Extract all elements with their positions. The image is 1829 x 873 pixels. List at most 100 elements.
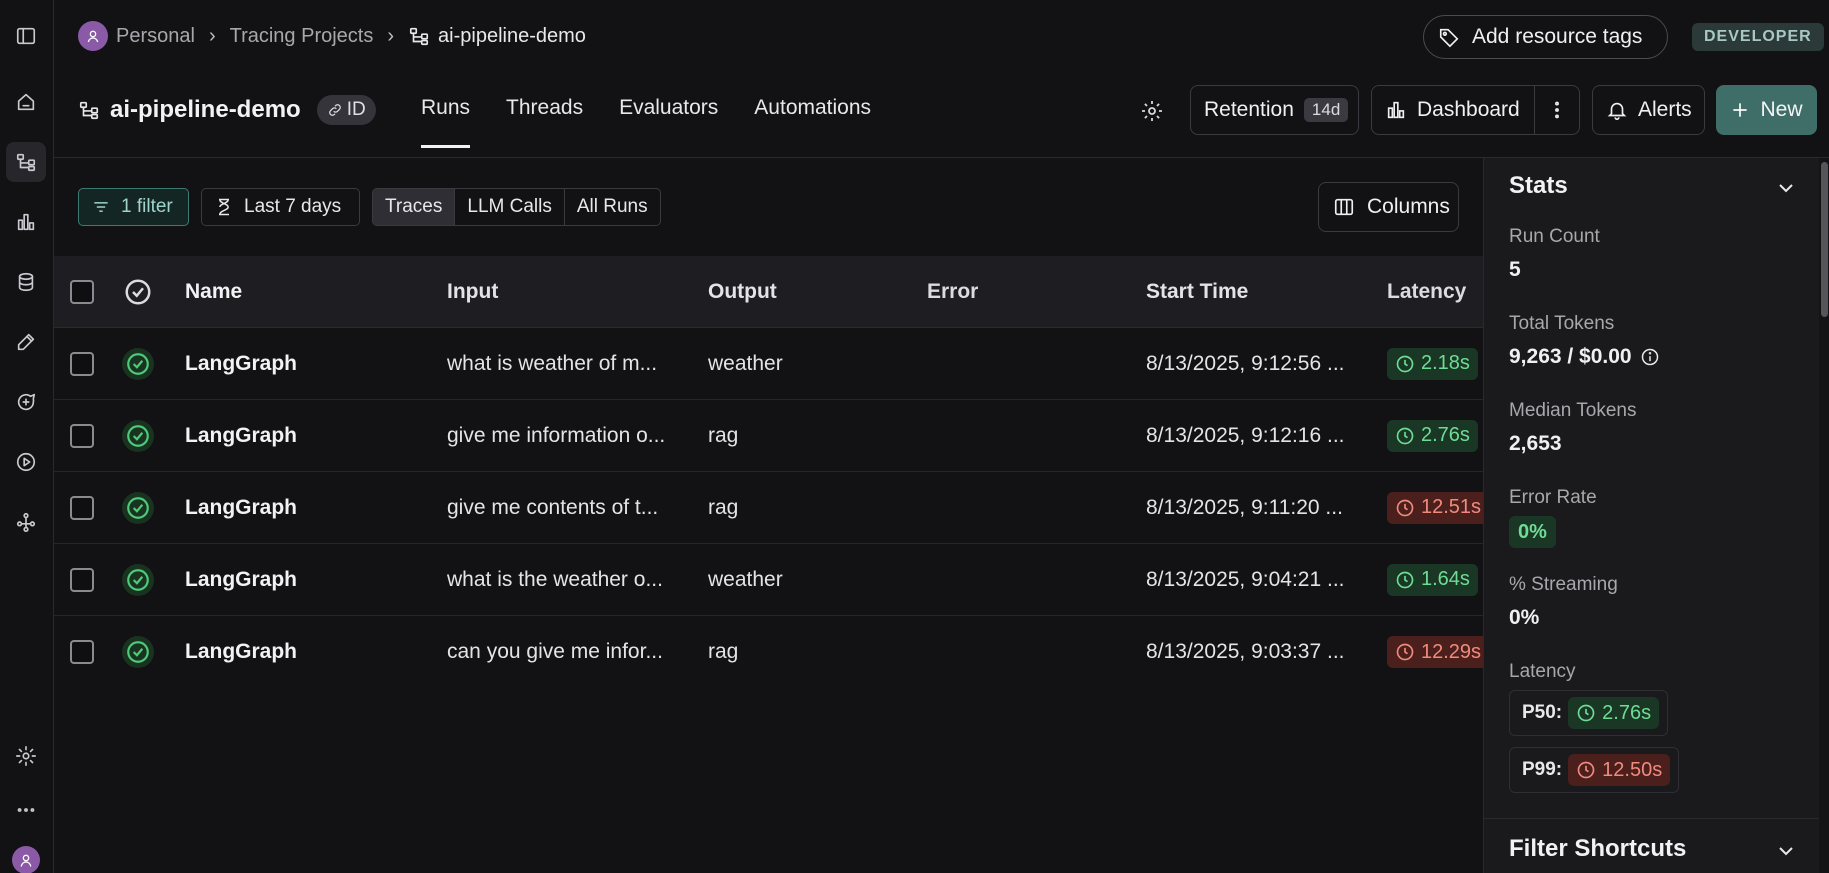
info-icon[interactable]: [1640, 347, 1660, 367]
run-output: rag: [708, 495, 739, 519]
run-start-time: 8/13/2025, 9:12:16 ...: [1146, 423, 1345, 447]
runs-table: Name Input Output Error Start Time Laten…: [54, 256, 1490, 688]
dashboard-button-group: Dashboard: [1371, 85, 1580, 135]
annotation-pencil-icon[interactable]: [6, 322, 46, 362]
table-row[interactable]: LangGraph give me information o... rag 8…: [54, 400, 1483, 472]
column-header-latency[interactable]: Latency: [1387, 280, 1466, 304]
table-header: Name Input Output Error Start Time Laten…: [54, 256, 1483, 328]
dashboard-more-button[interactable]: [1535, 86, 1579, 134]
segment-all-runs[interactable]: All Runs: [565, 189, 660, 225]
run-name: LangGraph: [185, 567, 298, 591]
column-header-start-time[interactable]: Start Time: [1146, 280, 1248, 304]
clock-icon: [1577, 704, 1595, 722]
columns-button[interactable]: Columns: [1318, 182, 1459, 232]
user-avatar-icon[interactable]: [6, 840, 46, 873]
alerts-button[interactable]: Alerts: [1592, 85, 1705, 135]
row-checkbox[interactable]: [70, 351, 94, 376]
filter-shortcuts-chevron-icon[interactable]: [1774, 839, 1798, 863]
clock-icon: [1396, 643, 1414, 661]
home-icon[interactable]: [6, 82, 46, 122]
success-check-icon: [122, 563, 154, 596]
run-latency: 2.76s: [1387, 419, 1478, 452]
stats-title: Stats: [1509, 172, 1568, 199]
success-check-icon: [122, 491, 154, 524]
copy-id-button[interactable]: ID: [316, 95, 376, 125]
project-tabs: Runs Threads Evaluators Automations: [421, 96, 871, 148]
run-input: give me contents of t...: [447, 495, 659, 519]
bell-icon: [1607, 102, 1627, 120]
tracing-projects-icon[interactable]: [6, 142, 46, 182]
dashboard-button[interactable]: Dashboard: [1372, 86, 1536, 134]
row-checkbox[interactable]: [70, 567, 94, 592]
latency-value: 12.51s: [1421, 496, 1482, 518]
breadcrumb-current-project[interactable]: ai-pipeline-demo: [408, 25, 586, 48]
row-checkbox[interactable]: [70, 495, 94, 520]
prompts-chat-icon[interactable]: [6, 382, 46, 422]
stats-scrollbar-thumb[interactable]: [1821, 162, 1828, 317]
deployments-graph-icon[interactable]: [6, 502, 46, 542]
segment-llm-calls[interactable]: LLM Calls: [455, 189, 565, 225]
breadcrumb-personal[interactable]: Personal: [116, 25, 195, 48]
tab-evaluators[interactable]: Evaluators: [619, 96, 718, 148]
latency-badge: 2.76s: [1387, 419, 1478, 452]
project-settings-gear-icon[interactable]: [1136, 95, 1168, 127]
retention-badge: 14d: [1303, 98, 1349, 122]
project-title: ai-pipeline-demo ID: [78, 95, 376, 125]
column-header-name[interactable]: Name: [185, 280, 242, 304]
workspace-avatar-icon: [78, 21, 108, 51]
left-rail: [0, 0, 54, 873]
table-row[interactable]: LangGraph what is weather of m... weathe…: [54, 328, 1483, 400]
filter-shortcuts-section[interactable]: Filter Shortcuts: [1484, 818, 1820, 873]
dashboard-label: Dashboard: [1417, 98, 1520, 121]
row-checkbox[interactable]: [70, 423, 94, 448]
run-input: what is the weather o...: [447, 567, 663, 591]
plus-icon: [1733, 103, 1748, 117]
status-header-check-icon: [123, 277, 153, 307]
tab-runs[interactable]: Runs: [421, 96, 471, 148]
run-input: what is weather of m...: [447, 351, 658, 375]
select-all-checkbox[interactable]: [70, 279, 94, 304]
date-range-button[interactable]: Last 7 days: [201, 188, 360, 226]
retention-label: Retention: [1204, 98, 1294, 121]
latency-label: Latency: [1509, 661, 1576, 682]
column-header-output[interactable]: Output: [708, 280, 777, 304]
run-output: rag: [708, 423, 739, 447]
filter-lines-icon: [94, 202, 108, 212]
sidebar-toggle-icon[interactable]: [6, 16, 46, 56]
table-row[interactable]: LangGraph can you give me infor... rag 8…: [54, 616, 1490, 688]
run-latency: 12.51s: [1387, 491, 1490, 524]
run-count-value: 5: [1509, 258, 1521, 281]
more-vertical-icon: [1555, 101, 1560, 119]
run-start-time: 8/13/2025, 9:03:37 ...: [1146, 640, 1345, 663]
run-latency: 12.29s: [1387, 636, 1490, 668]
chevron-right-icon: ›: [208, 24, 216, 47]
monitoring-chart-icon[interactable]: [6, 202, 46, 242]
run-input: give me information o...: [447, 423, 666, 447]
breadcrumb-tracing-projects[interactable]: Tracing Projects: [230, 25, 374, 48]
filter-shortcuts-title: Filter Shortcuts: [1509, 835, 1687, 862]
stats-collapse-chevron-icon[interactable]: [1774, 176, 1798, 200]
row-checkbox[interactable]: [70, 640, 94, 664]
bar-chart-icon: [1387, 101, 1405, 119]
datasets-database-icon[interactable]: [6, 262, 46, 302]
tab-automations[interactable]: Automations: [754, 96, 871, 148]
run-name: LangGraph: [185, 423, 298, 447]
p99-label: P99:: [1522, 759, 1563, 780]
median-tokens-value: 2,653: [1509, 432, 1562, 455]
segment-traces[interactable]: Traces: [373, 189, 456, 225]
new-button[interactable]: New: [1716, 85, 1817, 135]
project-icon: [409, 27, 429, 46]
tab-threads[interactable]: Threads: [506, 96, 583, 148]
table-row[interactable]: LangGraph what is the weather o... weath…: [54, 544, 1483, 616]
column-header-error[interactable]: Error: [927, 280, 978, 304]
column-header-input[interactable]: Input: [447, 280, 677, 304]
table-row[interactable]: LangGraph give me contents of t... rag 8…: [54, 472, 1490, 544]
filter-button[interactable]: 1 filter: [78, 188, 189, 226]
more-dots-icon[interactable]: [6, 790, 46, 830]
retention-button[interactable]: Retention 14d: [1190, 85, 1359, 135]
settings-gear-icon[interactable]: [6, 736, 46, 776]
copy-id-label: ID: [346, 99, 366, 120]
tag-icon: [1439, 28, 1459, 48]
add-resource-tags-button[interactable]: Add resource tags: [1423, 15, 1668, 59]
playground-play-icon[interactable]: [6, 442, 46, 482]
